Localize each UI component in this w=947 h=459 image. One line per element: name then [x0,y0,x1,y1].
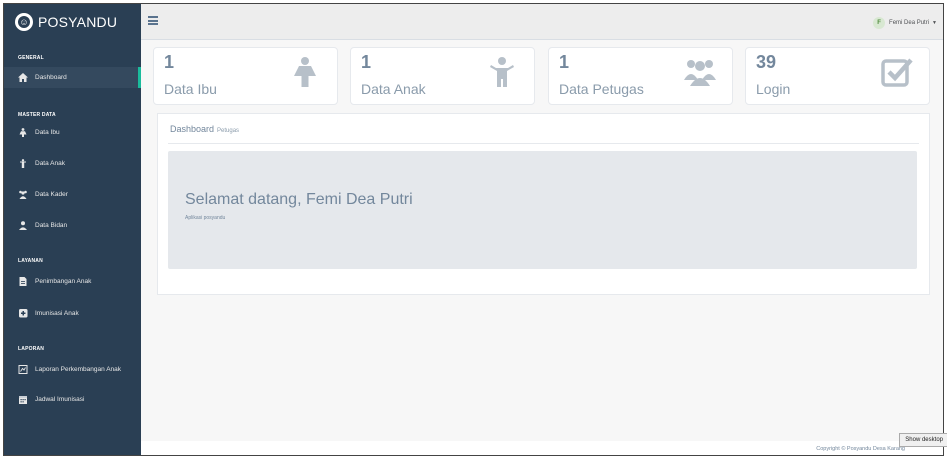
female-icon [294,57,316,87]
file-icon [19,277,27,286]
sidebar: ☺ POSYANDU GENERAL Dashboard MASTER DATA… [4,4,141,455]
child-icon [20,159,26,168]
sidebar-item-data-ibu[interactable]: Data Ibu [4,122,141,143]
section-layanan: LAYANAN [18,258,43,264]
user-dropdown[interactable]: F Femi Dea Putri ▼ [873,17,937,29]
section-master-data: MASTER DATA [18,112,56,118]
tile-label: Data Petugas [559,81,644,97]
panel-title: Dashboard Petugas [170,124,240,134]
female-icon [19,128,27,137]
top-navbar: F Femi Dea Putri ▼ [141,4,943,40]
sidebar-item-label: Dashboard [35,74,67,81]
welcome-heading: Selamat datang, Femi Dea Putri [185,191,413,208]
footer: Copyright © Posyandu Desa Karang [141,441,943,455]
brand[interactable]: ☺ POSYANDU [4,4,141,40]
sidebar-item-imunisasi-anak[interactable]: Imunisasi Anak [4,303,141,324]
user-name: Femi Dea Putri [889,20,930,26]
sidebar-item-label: Laporan Perkembangan Anak [35,366,122,373]
sidebar-item-penimbangan-anak[interactable]: Penimbangan Anak [4,271,141,292]
sidebar-item-data-anak[interactable]: Data Anak [4,153,141,174]
sidebar-item-data-bidan[interactable]: Data Bidan [4,215,141,236]
sidebar-item-label: Data Bidan [35,222,68,229]
home-icon [18,73,28,82]
sidebar-item-data-kader[interactable]: Data Kader [4,184,141,205]
tile-login[interactable]: 39 Login [745,47,930,105]
tile-data-petugas[interactable]: 1 Data Petugas [548,47,733,105]
brand-logo-icon: ☺ [15,13,33,31]
sidebar-item-laporan-perkembangan-anak[interactable]: Laporan Perkembangan Anak [4,359,141,380]
sidebar-item-label: Data Kader [35,191,68,198]
sidebar-item-label: Data Ibu [35,129,60,136]
welcome-subtext: Aplikasi posyandu [185,215,226,221]
chevron-down-icon: ▼ [932,20,937,26]
sidebar-item-label: Data Anak [35,160,65,167]
tile-count: 39 [756,52,777,72]
sidebar-item-jadwal-imunisasi[interactable]: Jadwal Imunisasi [4,389,141,410]
tile-count: 1 [559,52,570,72]
sidebar-item-dashboard[interactable]: Dashboard [4,67,141,88]
panel-subtitle: Petugas [217,128,240,134]
divider [168,143,919,144]
section-laporan: LAPORAN [18,346,45,352]
report-icon [18,365,28,374]
tile-data-anak[interactable]: 1 Data Anak [350,47,535,105]
app-window: ☺ POSYANDU GENERAL Dashboard MASTER DATA… [3,3,944,456]
dashboard-panel: Dashboard Petugas Selamat datang, Femi De… [157,113,930,295]
section-general: GENERAL [18,55,44,61]
tile-label: Login [756,81,791,97]
brand-name: POSYANDU [38,14,118,30]
sidebar-item-label: Imunisasi Anak [35,310,79,317]
tile-label: Data Ibu [164,81,217,97]
sidebar-item-label: Jadwal Imunisasi [35,396,85,403]
tile-label: Data Anak [361,81,426,97]
users-icon [684,60,716,86]
avatar: F [873,17,886,29]
plus-square-icon [19,309,28,318]
show-desktop-tooltip: Show desktop [899,433,947,447]
user-icon [19,221,27,230]
child-icon [490,57,514,87]
check-square-icon [881,58,913,87]
sidebar-item-label: Penimbangan Anak [35,278,92,285]
welcome-jumbotron: Selamat datang, Femi Dea Putri Aplikasi … [168,151,917,269]
tile-count: 1 [361,52,372,72]
menu-toggle-icon[interactable] [148,16,158,25]
users-icon [19,190,27,199]
tile-data-ibu[interactable]: 1 Data Ibu [153,47,338,105]
copyright-text: Copyright © Posyandu Desa Karang [816,446,905,452]
tile-count: 1 [164,52,175,72]
calendar-icon [19,396,27,404]
